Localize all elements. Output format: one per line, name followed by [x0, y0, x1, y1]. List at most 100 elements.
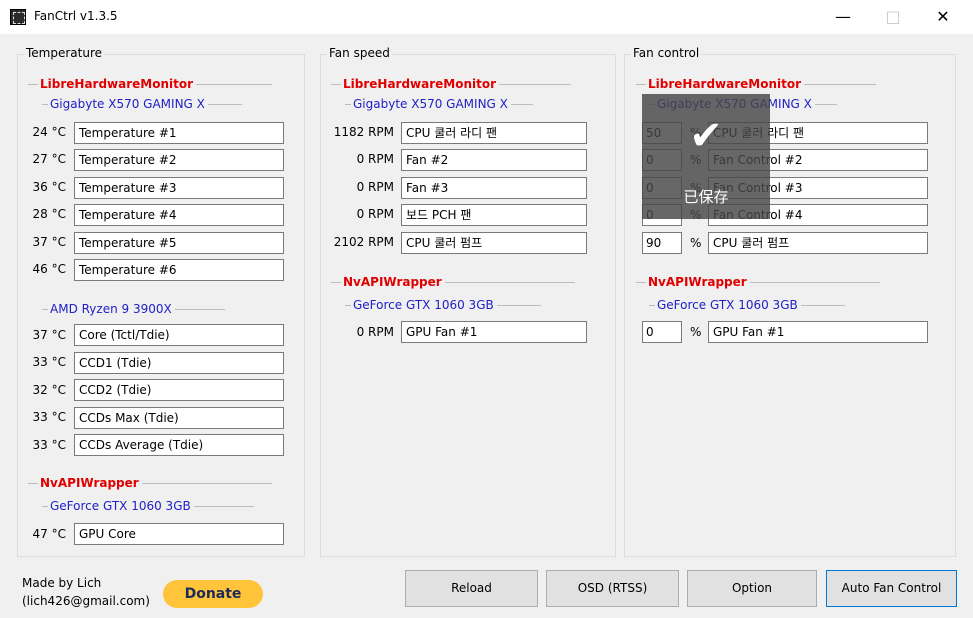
divider	[42, 103, 48, 105]
percent-sign: %	[690, 236, 702, 250]
divider	[174, 308, 225, 310]
device-label: GeForce GTX 1060 3GB	[50, 499, 191, 513]
sensor-value: 33 °C	[32, 438, 66, 452]
temperature-provider-header: LibreHardwareMonitor	[28, 77, 273, 91]
sensor-name-field[interactable]: Temperature #3	[74, 177, 284, 199]
divider	[636, 83, 646, 85]
option-button[interactable]: Option	[687, 570, 817, 607]
saved-toast: ✔ 已保存	[642, 94, 770, 219]
fan-control-device-header: GeForce GTX 1060 3GB	[649, 298, 845, 312]
divider	[345, 304, 351, 306]
divider	[800, 304, 845, 306]
sensor-name-field[interactable]: CCDs Average (Tdie)	[74, 434, 284, 456]
sensor-name-field[interactable]: CCD2 (Tdie)	[74, 379, 284, 401]
divider	[636, 281, 646, 283]
divider	[28, 482, 38, 484]
fan-name-field[interactable]: Fan #2	[401, 149, 587, 171]
device-label: GeForce GTX 1060 3GB	[657, 298, 798, 312]
temperature-device-header: Gigabyte X570 GAMING X	[42, 97, 242, 111]
divider	[444, 281, 575, 283]
fan-rpm-value: 0 RPM	[356, 325, 394, 339]
fan-speed-legend: Fan speed	[327, 46, 392, 60]
fan-control-name-field[interactable]: GPU Fan #1	[708, 321, 928, 343]
sensor-value: 37 °C	[32, 235, 66, 249]
sensor-value: 33 °C	[32, 355, 66, 369]
sensor-value: 33 °C	[32, 410, 66, 424]
sensor-name-field[interactable]: Temperature #4	[74, 204, 284, 226]
sensor-name-field[interactable]: CCDs Max (Tdie)	[74, 407, 284, 429]
auto-fan-control-button[interactable]: Auto Fan Control	[826, 570, 957, 607]
sensor-value: 24 °C	[32, 125, 66, 139]
app-icon	[10, 9, 26, 25]
device-label: Gigabyte X570 GAMING X	[353, 97, 508, 111]
divider	[42, 308, 48, 310]
fan-name-field[interactable]: CPU 쿨러 라디 팬	[401, 122, 587, 144]
divider	[749, 281, 880, 283]
temperature-legend: Temperature	[24, 46, 105, 60]
checkmark-icon: ✔	[689, 113, 723, 159]
reload-button[interactable]: Reload	[405, 570, 538, 607]
divider	[496, 304, 541, 306]
fan-control-provider-header: NvAPIWrapper	[636, 275, 880, 289]
fan-speed-provider-header: LibreHardwareMonitor	[331, 77, 572, 91]
device-label: AMD Ryzen 9 3900X	[50, 302, 172, 316]
divider	[28, 83, 38, 85]
provider-label: LibreHardwareMonitor	[40, 77, 194, 91]
temperature-device-header: GeForce GTX 1060 3GB	[42, 499, 254, 513]
fan-speed-provider-header: NvAPIWrapper	[331, 275, 575, 289]
fan-rpm-value: 0 RPM	[356, 180, 394, 194]
saved-toast-text: 已保存	[683, 188, 729, 206]
provider-label: LibreHardwareMonitor	[343, 77, 497, 91]
sensor-name-field[interactable]: Temperature #2	[74, 149, 284, 171]
sensor-value: 37 °C	[32, 328, 66, 342]
sensor-name-field[interactable]: GPU Core	[74, 523, 284, 545]
divider	[331, 281, 341, 283]
fan-name-field[interactable]: 보드 PCH 팬	[401, 204, 587, 226]
fan-percent-input[interactable]: 0	[642, 321, 682, 343]
percent-sign: %	[690, 325, 702, 339]
device-label: GeForce GTX 1060 3GB	[353, 298, 494, 312]
provider-label: NvAPIWrapper	[40, 476, 139, 490]
osd-rtss-button[interactable]: OSD (RTSS)	[546, 570, 679, 607]
maximize-button[interactable]: □	[870, 0, 916, 34]
fan-rpm-value: 2102 RPM	[333, 235, 394, 249]
fan-name-field[interactable]: CPU 쿨러 펌프	[401, 232, 587, 254]
author-name: Made by Lich	[22, 576, 102, 590]
sensor-name-field[interactable]: Temperature #6	[74, 259, 284, 281]
fan-speed-device-header: Gigabyte X570 GAMING X	[345, 97, 533, 111]
divider	[331, 83, 341, 85]
minimize-button[interactable]: —	[820, 0, 866, 34]
divider	[499, 83, 572, 85]
sensor-value: 46 °C	[32, 262, 66, 276]
fan-name-field[interactable]: Fan #3	[401, 177, 587, 199]
donate-button[interactable]: Donate	[163, 580, 263, 608]
author-credit: Made by Lich (lich426@gmail.com)	[22, 574, 150, 610]
temperature-device-header: AMD Ryzen 9 3900X	[42, 302, 225, 316]
fan-rpm-value: 0 RPM	[356, 207, 394, 221]
fan-rpm-value: 0 RPM	[356, 152, 394, 166]
fan-speed-device-header: GeForce GTX 1060 3GB	[345, 298, 541, 312]
sensor-name-field[interactable]: CCD1 (Tdie)	[74, 352, 284, 374]
fan-control-legend: Fan control	[631, 46, 702, 60]
window-title: FanCtrl v1.3.5	[34, 9, 118, 23]
sensor-name-field[interactable]: Temperature #5	[74, 232, 284, 254]
sensor-name-field[interactable]: Temperature #1	[74, 122, 284, 144]
fan-rpm-value: 1182 RPM	[333, 125, 394, 139]
temperature-provider-header: NvAPIWrapper	[28, 476, 272, 490]
divider	[196, 83, 273, 85]
sensor-value: 28 °C	[32, 207, 66, 221]
title-bar[interactable]: FanCtrl v1.3.5 — □ ✕	[0, 0, 973, 34]
sensor-name-field[interactable]: Core (Tctl/Tdie)	[74, 324, 284, 346]
fan-name-field[interactable]: GPU Fan #1	[401, 321, 587, 343]
close-button[interactable]: ✕	[920, 0, 966, 34]
sensor-value: 36 °C	[32, 180, 66, 194]
divider	[141, 482, 272, 484]
fan-percent-input[interactable]: 90	[642, 232, 682, 254]
divider	[804, 83, 877, 85]
device-label: Gigabyte X570 GAMING X	[50, 97, 205, 111]
sensor-value: 27 °C	[32, 152, 66, 166]
fan-control-name-field[interactable]: CPU 쿨러 펌프	[708, 232, 928, 254]
divider	[207, 103, 242, 105]
divider	[510, 103, 533, 105]
divider	[649, 304, 655, 306]
